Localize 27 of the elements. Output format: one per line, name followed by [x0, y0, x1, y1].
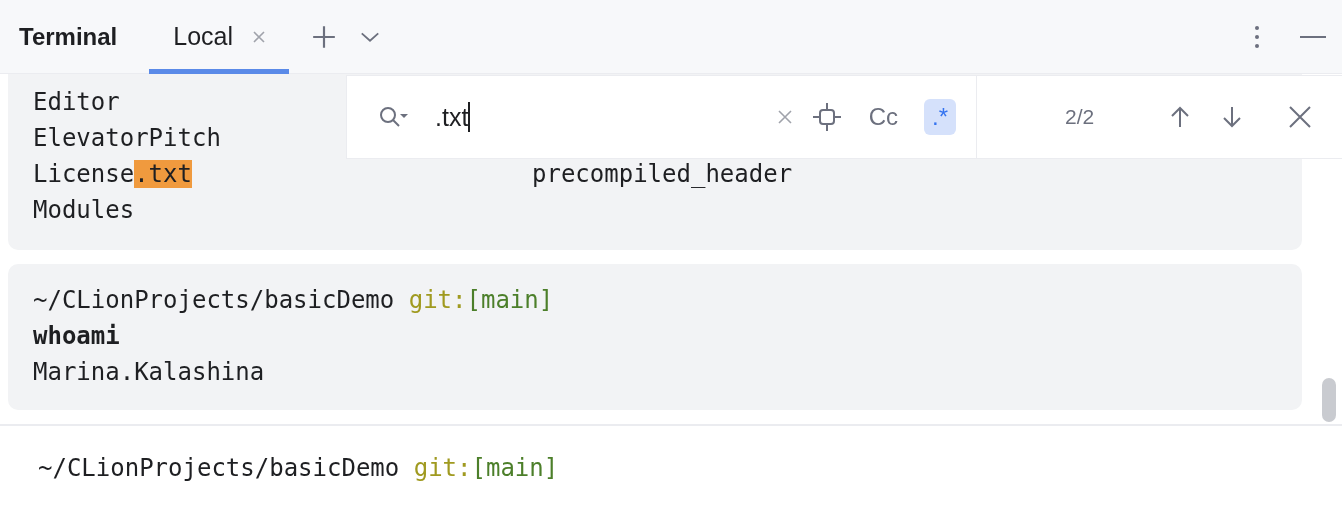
- scrollbar-thumb[interactable]: [1322, 378, 1336, 422]
- search-match: .txt: [134, 160, 192, 188]
- match-case-toggle[interactable]: Cc: [860, 99, 906, 135]
- output-text: ~/CLionProjects/basicDemo: [38, 454, 401, 482]
- clear-icon[interactable]: [776, 109, 793, 125]
- match-count: 2/2: [1065, 105, 1095, 129]
- output-text: Marina.Kalashina: [33, 358, 265, 386]
- tool-window-title: Terminal: [19, 22, 118, 51]
- output-text: Modules: [33, 196, 135, 224]
- output-text: ~/CLionProjects/basicDemo: [33, 286, 396, 314]
- target-icon[interactable]: [810, 101, 843, 133]
- output-text: Editor: [33, 88, 120, 116]
- more-icon[interactable]: [1254, 24, 1260, 49]
- output-text: ElevatorPitch: [33, 124, 221, 152]
- branch-name: [main]: [466, 286, 554, 314]
- close-icon[interactable]: [1288, 105, 1313, 129]
- branch-name: [main]: [471, 454, 559, 482]
- git-label: git:: [408, 286, 467, 314]
- search-icon[interactable]: [377, 105, 409, 129]
- output-text: License: [33, 160, 135, 188]
- close-icon[interactable]: [251, 28, 267, 45]
- add-icon[interactable]: [311, 23, 337, 50]
- command-text: whoami: [33, 322, 120, 350]
- search-field[interactable]: .txt: [435, 102, 759, 132]
- minimize-icon[interactable]: [1300, 34, 1326, 39]
- output-text: precompiled_header: [532, 160, 793, 188]
- git-label: git:: [413, 454, 472, 482]
